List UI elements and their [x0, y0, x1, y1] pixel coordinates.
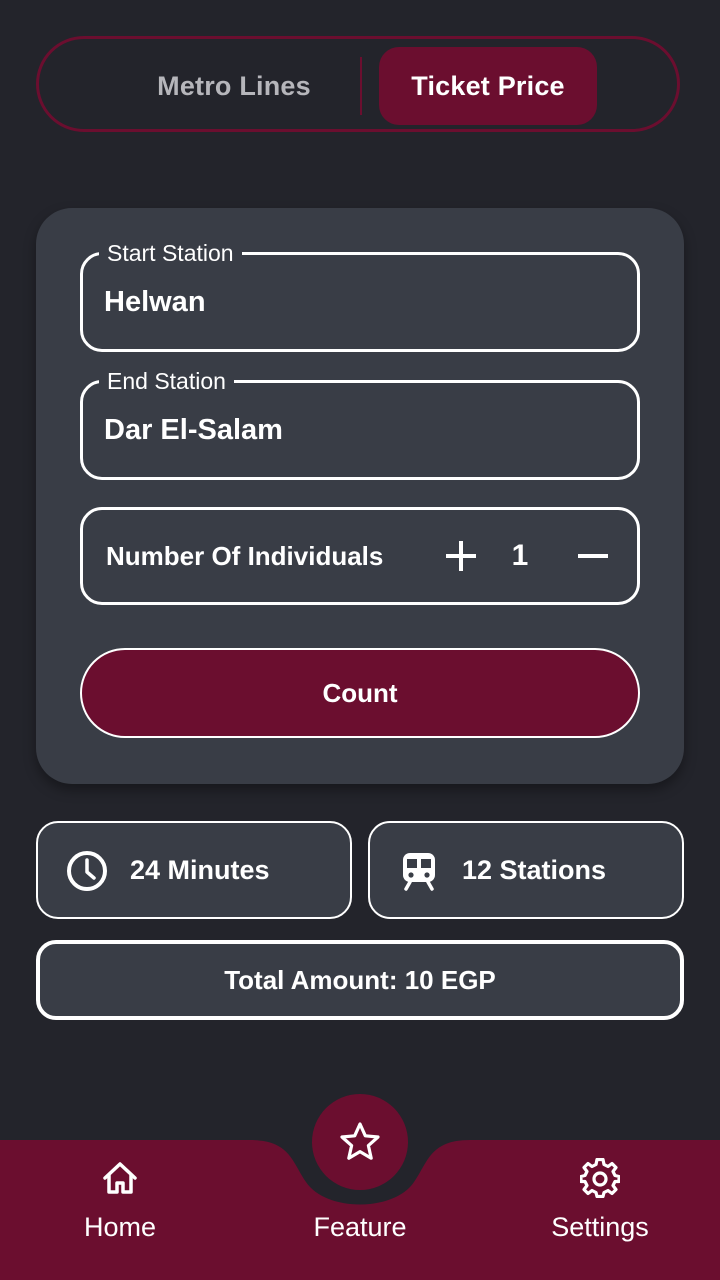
individuals-stepper: Number Of Individuals 1	[80, 507, 640, 605]
star-icon	[340, 1122, 380, 1160]
end-station-value: Dar El-Salam	[104, 413, 283, 446]
nav-home[interactable]: Home	[20, 1154, 220, 1274]
start-station-value: Helwan	[104, 285, 206, 318]
ticket-form-card: Start Station Helwan End Station Dar El-…	[36, 208, 684, 784]
count-button[interactable]: Count	[80, 648, 640, 738]
tab-ticket-price[interactable]: Ticket Price	[379, 47, 597, 125]
nav-settings-label: Settings	[551, 1212, 649, 1242]
tab-metro-lines[interactable]: Metro Lines	[129, 47, 339, 125]
gear-icon	[580, 1158, 620, 1198]
clock-icon	[66, 850, 108, 892]
start-station-field[interactable]: Start Station Helwan	[80, 239, 640, 352]
tab-switcher: Metro Lines Ticket Price	[36, 36, 680, 132]
duration-text: 24 Minutes	[130, 854, 270, 885]
stations-info: 12 Stations	[368, 821, 684, 919]
feature-fab[interactable]	[312, 1094, 408, 1190]
individuals-label: Number Of Individuals	[106, 540, 384, 571]
home-icon	[103, 1162, 137, 1194]
nav-settings[interactable]: Settings	[500, 1154, 700, 1274]
tab-divider	[360, 57, 362, 115]
stations-text: 12 Stations	[462, 854, 607, 885]
train-icon	[398, 850, 440, 892]
minus-icon[interactable]	[575, 538, 611, 574]
plus-icon[interactable]	[443, 538, 479, 574]
nav-home-label: Home	[83, 1212, 157, 1242]
duration-info: 24 Minutes	[36, 821, 352, 919]
nav-feature-label: Feature	[313, 1212, 407, 1242]
individuals-count: 1	[511, 539, 529, 572]
end-station-field[interactable]: End Station Dar El-Salam	[80, 367, 640, 480]
total-amount: Total Amount: 10 EGP	[36, 940, 684, 1020]
